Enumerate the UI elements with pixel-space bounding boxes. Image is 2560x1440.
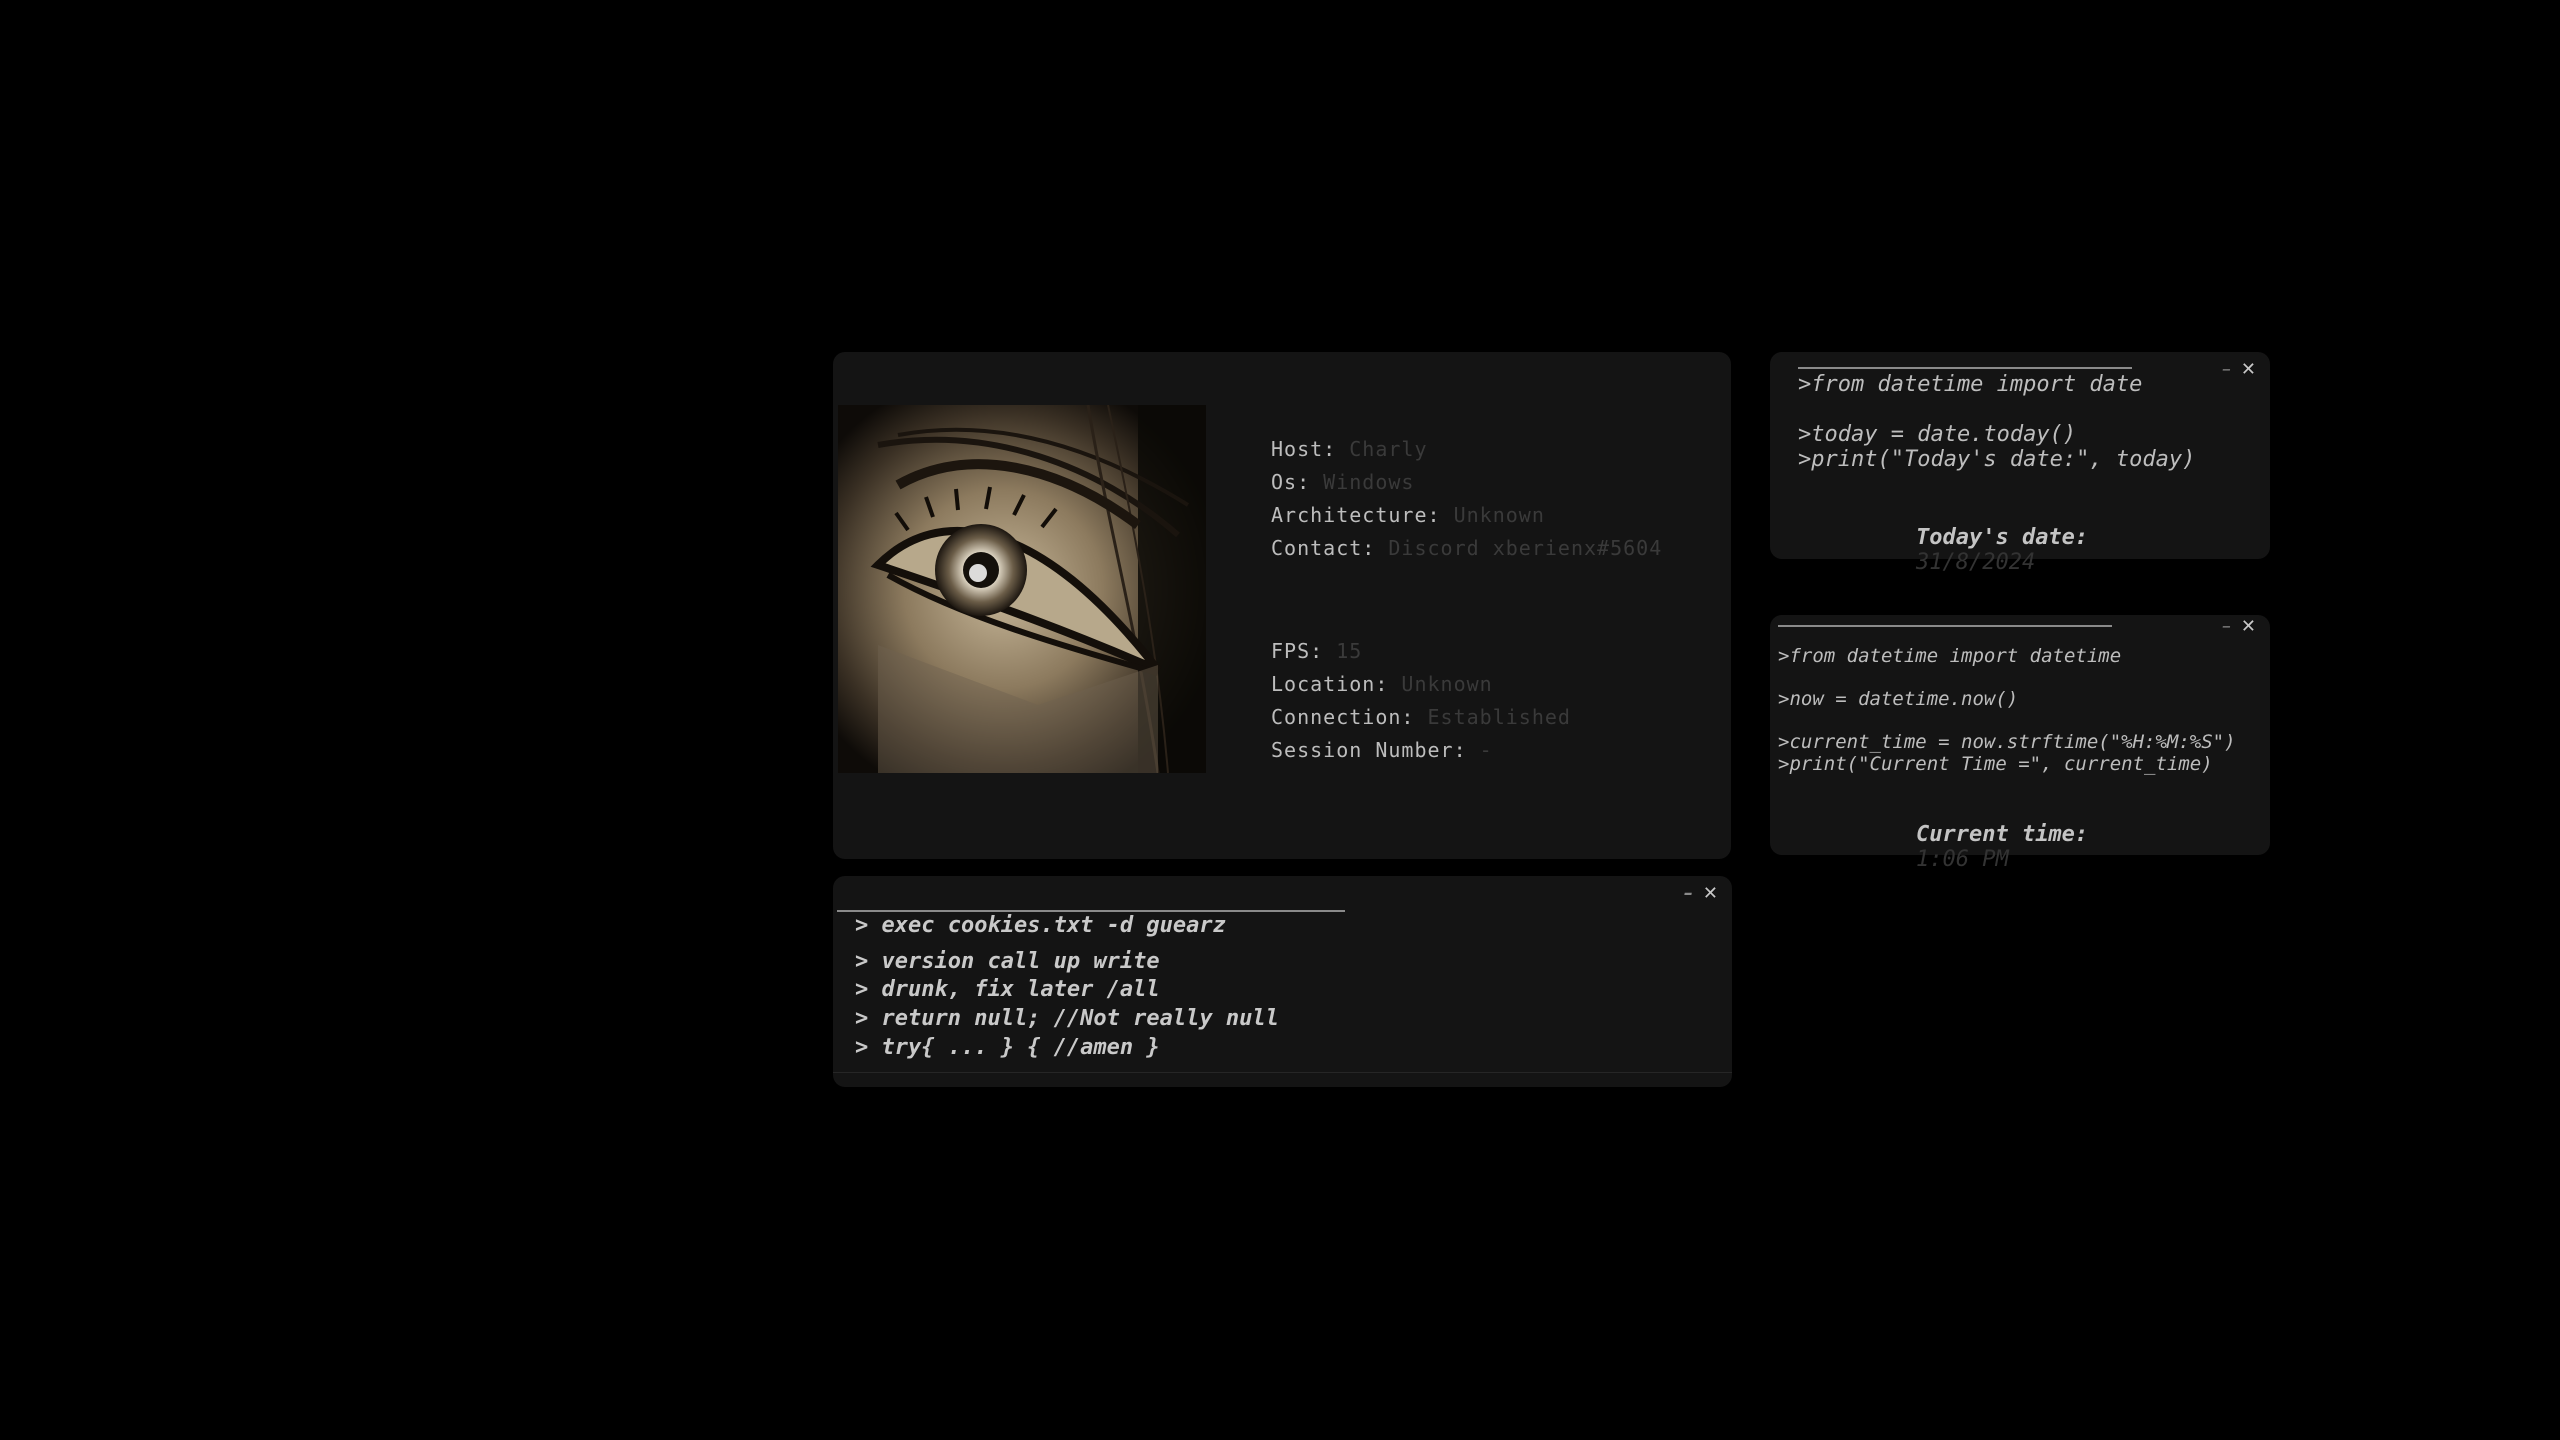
code-line: >from datetime import datetime — [1778, 645, 2122, 667]
terminal-line: > version call up write — [855, 949, 1160, 974]
code-line: >print("Current Time =", current_time) — [1778, 753, 2213, 775]
avatar — [838, 405, 1206, 773]
code-line: >from datetime import date — [1798, 372, 2143, 397]
close-button[interactable]: ✕ — [2241, 360, 2256, 380]
close-button[interactable]: ✕ — [2241, 617, 2256, 637]
session-number-label: Session Number: — [1271, 738, 1467, 762]
date-result-value: 31/8/2024 — [1915, 550, 2036, 575]
time-result-value: 1:06 PM — [1915, 847, 2009, 872]
time-title-underline — [1778, 625, 2112, 627]
location-value: Unknown — [1401, 672, 1493, 696]
terminal-window: – ✕ > exec cookies.txt -d guearz > versi… — [833, 876, 1732, 1087]
terminal-line: > drunk, fix later /all — [855, 977, 1160, 1002]
code-line: >print("Today's date:", today) — [1798, 447, 2196, 472]
os-label: Os: — [1271, 470, 1311, 494]
location-row: Location: Unknown — [1271, 668, 1571, 701]
time-window-controls: – ✕ — [2222, 617, 2256, 637]
contact-label: Contact: — [1271, 536, 1376, 560]
session-number-row: Session Number: - — [1271, 734, 1571, 767]
date-result: Today's date: 31/8/2024 — [1863, 500, 2088, 600]
connection-row: Connection: Established — [1271, 701, 1571, 734]
date-title-underline — [1798, 367, 2132, 369]
connection-value: Established — [1427, 705, 1571, 729]
time-window: – ✕ >from datetime import datetime >now … — [1770, 615, 2270, 872]
close-button[interactable]: ✕ — [1703, 884, 1718, 904]
date-result-label: Today's date: — [1915, 525, 2089, 550]
host-value: Charly — [1349, 437, 1428, 461]
os-value: Windows — [1323, 470, 1415, 494]
architecture-row: Architecture: Unknown — [1271, 499, 1662, 532]
host-info-list: Host: Charly Os: Windows Architecture: U… — [1271, 433, 1662, 565]
connection-label: Connection: — [1271, 705, 1415, 729]
code-line: >current_time = now.strftime("%H:%M:%S") — [1778, 731, 2236, 753]
fps-value: 15 — [1336, 639, 1363, 663]
minimize-button[interactable]: – — [2222, 617, 2231, 637]
architecture-label: Architecture: — [1271, 503, 1441, 527]
code-line: >now = datetime.now() — [1778, 688, 2019, 710]
host-info-panel: Host: Charly Os: Windows Architecture: U… — [833, 352, 1731, 859]
host-row: Host: Charly — [1271, 433, 1662, 466]
time-result: Current time: 1:06 PM — [1863, 797, 2088, 897]
contact-value: Discord xberienx#5604 — [1388, 536, 1663, 560]
location-label: Location: — [1271, 672, 1389, 696]
terminal-divider — [833, 1072, 1732, 1073]
minimize-button[interactable]: – — [2222, 360, 2231, 380]
os-row: Os: Windows — [1271, 466, 1662, 499]
terminal-line: > exec cookies.txt -d guearz — [855, 913, 1226, 938]
date-window: – ✕ >from datetime import date >today = … — [1770, 352, 2270, 575]
fps-row: FPS: 15 — [1271, 635, 1571, 668]
host-label: Host: — [1271, 437, 1337, 461]
contact-row: Contact: Discord xberienx#5604 — [1271, 532, 1662, 565]
session-info-list: FPS: 15 Location: Unknown Connection: Es… — [1271, 635, 1571, 767]
date-window-controls: – ✕ — [2222, 360, 2256, 380]
fps-label: FPS: — [1271, 639, 1324, 663]
terminal-window-controls: – ✕ — [1684, 884, 1718, 904]
terminal-line: > try{ ... } { //amen } — [855, 1035, 1160, 1060]
session-number-value: - — [1479, 738, 1493, 762]
minimize-button[interactable]: – — [1684, 884, 1693, 904]
terminal-line: > return null; //Not really null — [855, 1006, 1279, 1031]
code-line: >today = date.today() — [1798, 422, 2077, 447]
architecture-value: Unknown — [1453, 503, 1545, 527]
time-result-label: Current time: — [1915, 822, 2089, 847]
